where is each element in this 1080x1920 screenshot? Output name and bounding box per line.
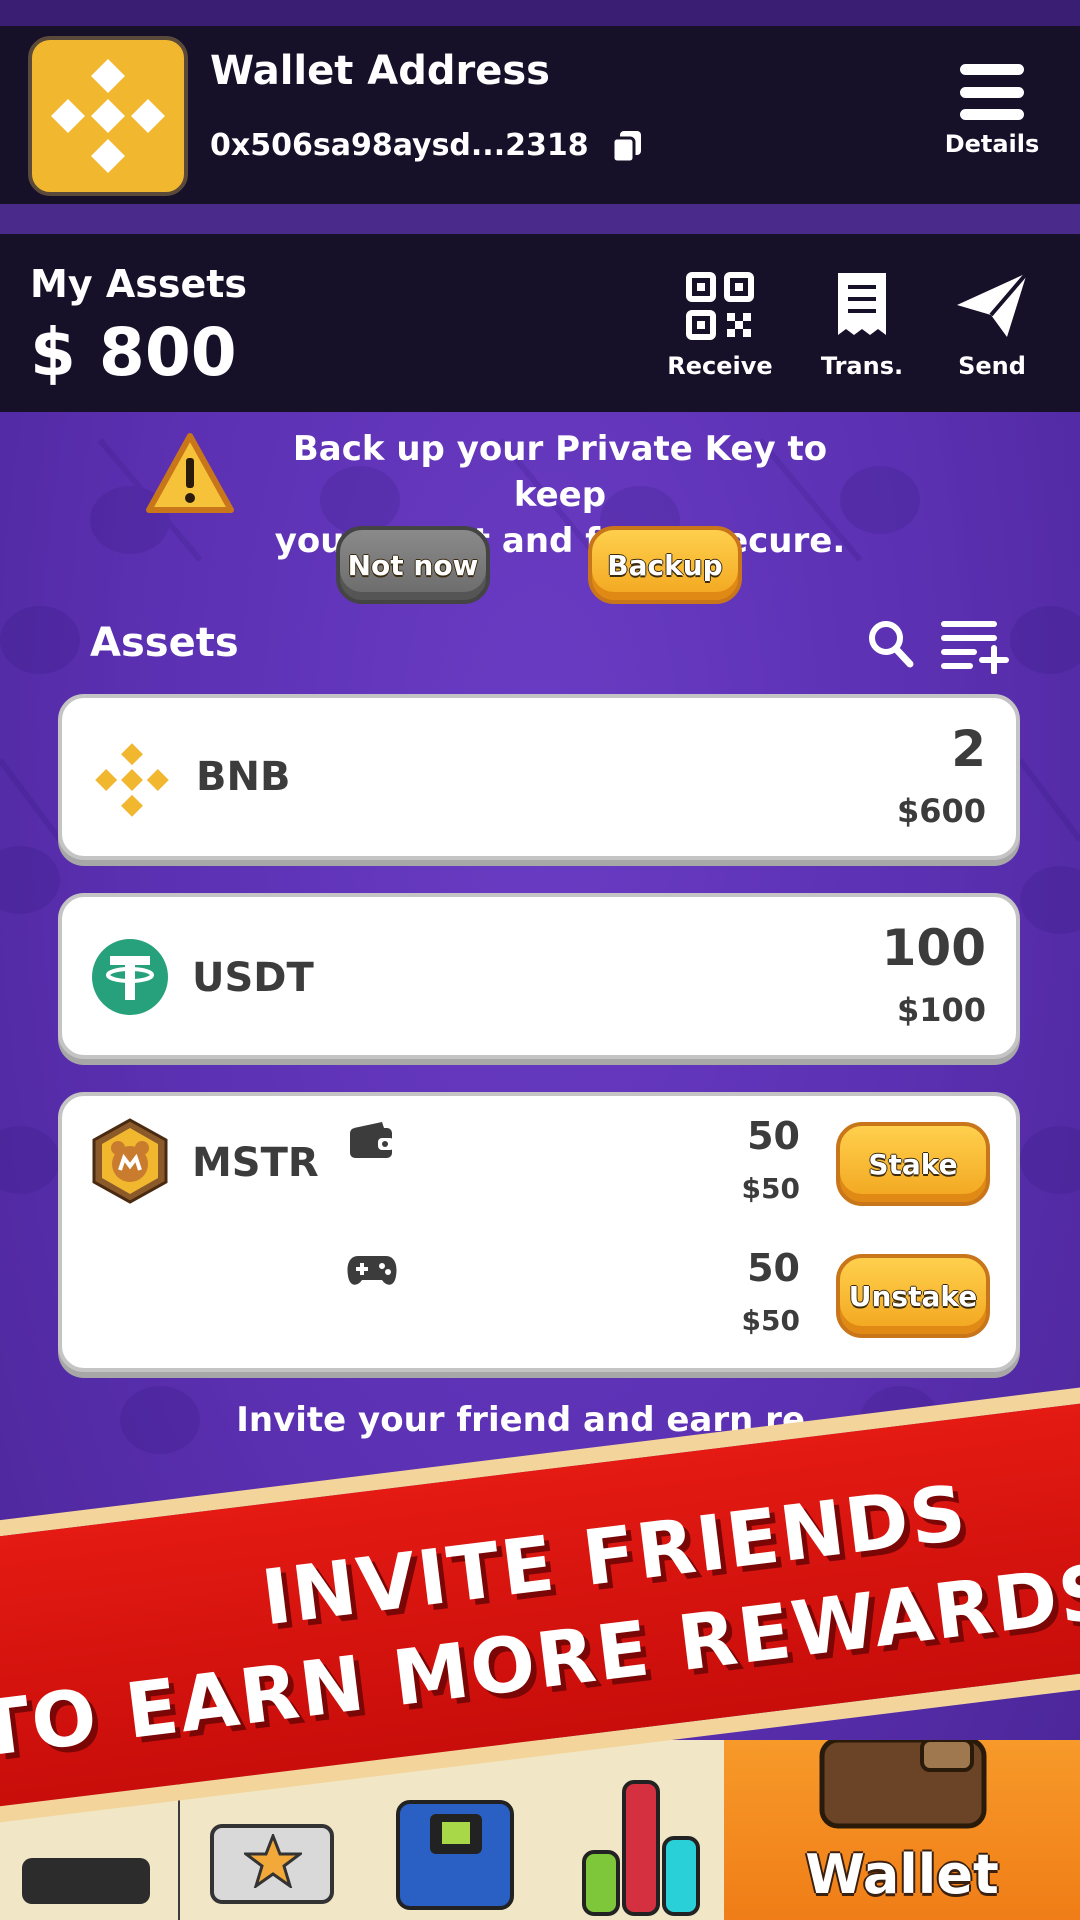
receipt-icon [838, 273, 886, 335]
asset-card-usdt[interactable]: USDT 100 $100 [58, 893, 1020, 1059]
nav-divider [178, 1780, 180, 1920]
asset-amount: 100 [881, 919, 986, 977]
assets-heading: Assets [90, 620, 239, 666]
transactions-button[interactable]: Trans. [802, 268, 922, 380]
mstr-game-usd: $50 [741, 1304, 800, 1337]
nav-item-arcade[interactable] [396, 1800, 514, 1910]
usdt-coin-icon [92, 939, 168, 1015]
wallet-address-value: 0x506sa98aysd...2318 [210, 128, 589, 163]
paper-plane-icon [957, 271, 1029, 337]
send-label: Send [958, 352, 1026, 380]
asset-usd-value: $600 [896, 792, 986, 830]
add-token-icon[interactable] [940, 618, 1010, 674]
nav-wallet-label: Wallet [805, 1843, 999, 1906]
wallet-header: Wallet Address 0x506sa98aysd...2318 Deta… [0, 26, 1080, 204]
not-now-button[interactable]: Not now [336, 526, 490, 604]
hamburger-menu-icon [960, 64, 1024, 120]
details-button[interactable]: Details [942, 64, 1042, 158]
nav-item-leaderboard-bar [662, 1836, 700, 1916]
unstake-button[interactable]: Unstake [836, 1254, 990, 1338]
warning-icon [146, 433, 234, 513]
wallet-address[interactable]: 0x506sa98aysd...2318 [210, 128, 643, 163]
backup-button[interactable]: Backup [588, 526, 742, 604]
backup-notice-line1: Back up your Private Key to keep [292, 429, 828, 515]
nav-item-cards[interactable] [210, 1824, 334, 1904]
arcade-icon [430, 1814, 482, 1854]
transactions-label: Trans. [820, 352, 904, 380]
mstr-coin-icon [92, 1118, 168, 1204]
separator [0, 204, 1080, 234]
star-icon [244, 1834, 302, 1888]
nav-item-wallet[interactable]: Wallet [724, 1740, 1080, 1920]
wallet-nav-icon [819, 1740, 987, 1829]
wallet-address-title: Wallet Address [210, 48, 550, 94]
nav-item-keyboard[interactable] [22, 1858, 150, 1904]
bnb-icon [51, 59, 165, 173]
mstr-wallet-amount: 50 [747, 1114, 800, 1158]
asset-symbol: USDT [192, 955, 314, 1001]
my-assets-label: My Assets [30, 262, 248, 306]
search-icon[interactable] [866, 618, 914, 668]
asset-symbol: MSTR [192, 1140, 319, 1186]
stake-button[interactable]: Stake [836, 1122, 990, 1206]
mstr-game-amount: 50 [747, 1246, 800, 1290]
bnb-logo [28, 36, 188, 196]
nav-item-leaderboard-bar [622, 1780, 660, 1916]
details-label: Details [944, 130, 1040, 158]
my-assets-bar: My Assets $ 800 Receive Trans. Send [0, 234, 1080, 412]
wallet-icon [350, 1122, 394, 1158]
asset-usd-value: $100 [896, 991, 986, 1029]
my-assets-value: $ 800 [30, 314, 237, 391]
bnb-coin-icon [95, 743, 169, 817]
backup-notice: Back up your Private Key to keep your wa… [0, 412, 1080, 612]
mstr-wallet-usd: $50 [741, 1172, 800, 1205]
nav-item-leaderboard-bar[interactable] [582, 1850, 620, 1916]
asset-amount: 2 [951, 720, 986, 778]
gamepad-icon [347, 1256, 397, 1285]
receive-button[interactable]: Receive [660, 268, 780, 380]
send-button[interactable]: Send [932, 268, 1052, 380]
asset-card-bnb[interactable]: BNB 2 $600 [58, 694, 1020, 860]
asset-card-mstr[interactable]: MSTR 50 $50 Stake 50 $50 Unstake [58, 1092, 1020, 1372]
top-strip [0, 0, 1080, 26]
asset-symbol: BNB [196, 754, 291, 800]
receive-label: Receive [667, 352, 773, 380]
qr-code-icon [686, 272, 754, 340]
copy-icon[interactable] [611, 129, 643, 163]
